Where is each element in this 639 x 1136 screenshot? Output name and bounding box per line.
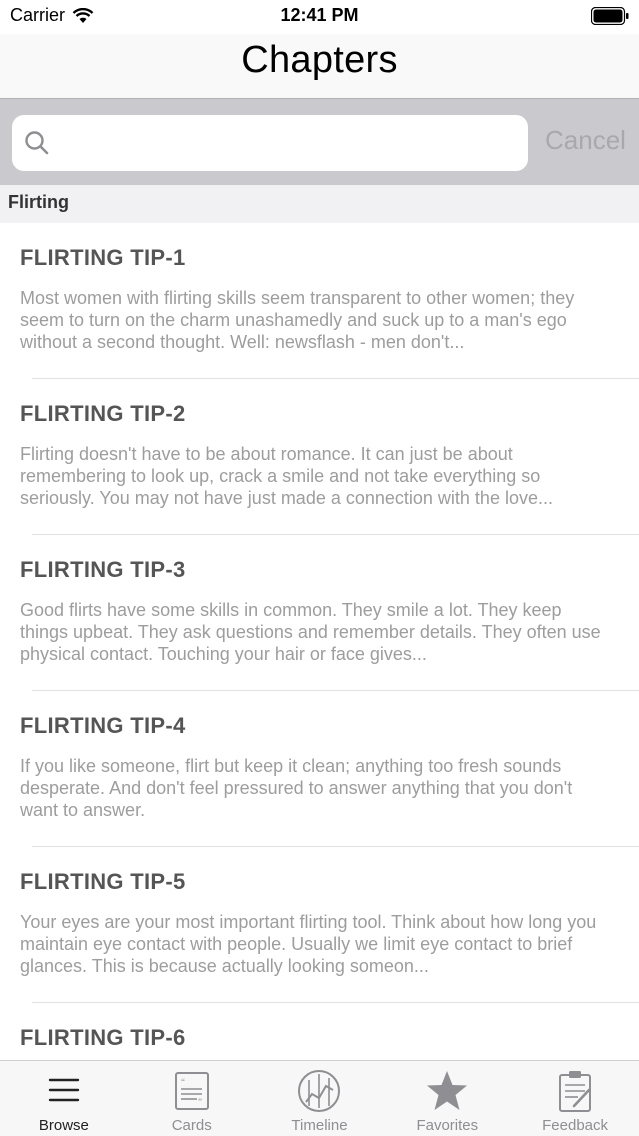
- search-field-container[interactable]: [12, 115, 528, 171]
- tab-browse[interactable]: Browse: [0, 1061, 128, 1136]
- list-item-title: FLIRTING TIP-6: [20, 1025, 186, 1050]
- list-item-body: If you like someone, flirt but keep it c…: [20, 756, 573, 820]
- list-item[interactable]: FLIRTING TIP-4 If you like someone, flir…: [0, 691, 639, 847]
- list-item[interactable]: FLIRTING TIP-1 Most women with flirting …: [0, 223, 639, 379]
- search-icon: [25, 131, 49, 155]
- tab-label: Favorites: [416, 1117, 479, 1134]
- list-item[interactable]: FLIRTING TIP-6: [0, 1003, 639, 1060]
- status-bar: Carrier 12:41 PM: [0, 0, 639, 34]
- tab-favorites[interactable]: Favorites: [383, 1061, 511, 1136]
- timeline-icon: [298, 1070, 341, 1112]
- tab-feedback[interactable]: Feedback: [511, 1061, 639, 1136]
- list-item[interactable]: FLIRTING TIP-3 Good flirts have some ski…: [0, 535, 639, 691]
- list-item-body: Good flirts have some skills in common. …: [20, 600, 601, 664]
- list-item-body: Your eyes are your most important flirti…: [20, 912, 597, 976]
- page-title: Chapters: [241, 39, 398, 81]
- list-item-title: FLIRTING TIP-5: [20, 869, 186, 894]
- status-time: 12:41 PM: [280, 5, 359, 25]
- list-item-title: FLIRTING TIP-2: [20, 401, 186, 426]
- battery-icon: [591, 7, 629, 25]
- search-input[interactable]: [64, 115, 514, 171]
- menu-lines-icon: [48, 1078, 80, 1102]
- navigation-bar: Chapters: [0, 34, 639, 98]
- tab-bar: Browse “ ” Cards Timeline Favorites Feed…: [0, 1060, 639, 1136]
- svg-text:“: “: [181, 1077, 185, 1087]
- list-item[interactable]: FLIRTING TIP-5 Your eyes are your most i…: [0, 847, 639, 1003]
- section-title: Flirting: [8, 192, 69, 212]
- search-bar: Cancel: [0, 98, 639, 185]
- list-item-title: FLIRTING TIP-1: [20, 245, 186, 270]
- list-item-title: FLIRTING TIP-4: [20, 713, 186, 738]
- list-item-title: FLIRTING TIP-3: [20, 557, 186, 582]
- star-icon: [427, 1071, 468, 1110]
- tab-timeline[interactable]: Timeline: [256, 1061, 384, 1136]
- list-item-body: Flirting doesn't have to be about romanc…: [20, 444, 553, 508]
- tab-label: Cards: [171, 1117, 212, 1134]
- section-header: Flirting: [0, 185, 639, 223]
- svg-text:”: ”: [198, 1097, 202, 1107]
- tab-label: Timeline: [291, 1117, 348, 1134]
- tab-label: Feedback: [542, 1117, 609, 1134]
- cancel-button[interactable]: Cancel: [545, 125, 626, 156]
- list-item[interactable]: FLIRTING TIP-2 Flirting doesn't have to …: [0, 379, 639, 535]
- tab-label: Browse: [38, 1117, 89, 1134]
- cards-icon: “ ”: [174, 1072, 209, 1110]
- clipboard-icon: [559, 1071, 592, 1112]
- tab-cards[interactable]: “ ” Cards: [128, 1061, 256, 1136]
- list-item-body: Most women with flirting skills seem tra…: [20, 288, 575, 352]
- chapter-list: FLIRTING TIP-1 Most women with flirting …: [0, 223, 639, 1060]
